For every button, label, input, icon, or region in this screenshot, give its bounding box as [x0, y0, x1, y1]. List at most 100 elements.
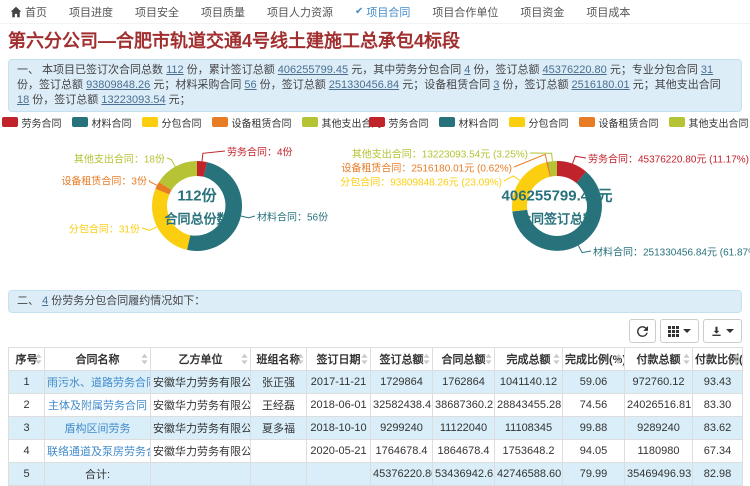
table-cell: 2018-06-01 [307, 394, 371, 417]
table-cell: 972760.12 [625, 371, 693, 394]
legend-item-设备租赁合同[interactable]: 设备租赁合同 [579, 115, 659, 130]
summary-text: 份，签订总额 [499, 79, 571, 91]
column-header-付款比例(%)[interactable]: 付款比例(%) [693, 348, 743, 371]
table-cell: 1762864 [433, 371, 495, 394]
columns-button[interactable] [660, 319, 699, 343]
summary-section-1: 一、 本项目已签订次合同总数 112 份，累计签订总额 406255799.45… [8, 59, 742, 112]
check-icon: ✔ [355, 7, 363, 17]
summary-text: 元；材料采购合同 [150, 79, 244, 91]
legend-swatch [302, 117, 318, 127]
legend-1: 劳务合同材料合同分包合同设备租赁合同其他支出合同 [8, 114, 375, 130]
legend-swatch [509, 117, 525, 127]
contract-name-link[interactable]: 盾构区间劳务 [65, 423, 131, 435]
table-cell: 67.34 [693, 440, 743, 463]
table-cell [151, 463, 251, 486]
export-button[interactable] [703, 319, 742, 343]
column-header-签订总额[interactable]: 签订总额 [371, 348, 433, 371]
nav-item-6[interactable]: ✔项目合同 [355, 4, 410, 20]
column-header-完成总额[interactable]: 完成总额 [495, 348, 563, 371]
summary-value-link[interactable]: 45376220.80 [543, 64, 607, 76]
legend-item-材料合同[interactable]: 材料合同 [439, 115, 499, 130]
table-toolbar [8, 319, 742, 343]
table-row: 2主体及附属劳务合同安徽华力劳务有限公司王经磊2018-06-013258243… [9, 394, 743, 417]
legend-item-材料合同[interactable]: 材料合同 [72, 115, 132, 130]
export-icon [711, 326, 722, 337]
column-header-完成比例(%)[interactable]: 完成比例(%) [563, 348, 625, 371]
sort-icon[interactable] [241, 354, 248, 365]
table-cell: 1764678.4 [371, 440, 433, 463]
summary-value-link[interactable]: 251330456.84 [329, 79, 399, 91]
summary-value-link[interactable]: 13223093.54 [101, 94, 165, 106]
pie-label-材料合同: 材料合同：56份 [257, 209, 328, 224]
refresh-button[interactable] [629, 319, 656, 343]
refresh-icon [637, 326, 648, 337]
summary-text: 份劳务分包合同履约情况如下： [48, 295, 205, 307]
summary-text: 份，累计签订总额 [184, 64, 278, 76]
contract-name-link[interactable]: 联络通道及泵房劳务合同 [47, 446, 151, 458]
table-cell [307, 463, 371, 486]
legend-swatch [439, 117, 455, 127]
legend-item-其他支出合同[interactable]: 其他支出合同 [669, 115, 749, 130]
table-cell: 3 [9, 417, 45, 440]
sort-icon[interactable] [35, 354, 42, 365]
column-header-序号[interactable]: 序号 [9, 348, 45, 371]
sort-icon[interactable] [733, 354, 740, 365]
nav-item-5[interactable]: 项目人力资源 [267, 4, 333, 20]
legend-item-设备租赁合同[interactable]: 设备租赁合同 [212, 115, 292, 130]
sort-icon[interactable] [423, 354, 430, 365]
column-header-合同总额[interactable]: 合同总额 [433, 348, 495, 371]
summary-value-link[interactable]: 2516180.01 [572, 79, 630, 91]
nav-item-2[interactable]: 项目进度 [69, 4, 113, 20]
table-cell: 1180980 [625, 440, 693, 463]
legend-item-劳务合同[interactable]: 劳务合同 [2, 115, 62, 130]
nav-item-1[interactable]: 首页 [10, 4, 47, 20]
table-cell: 安徽华力劳务有限公司 [151, 371, 251, 394]
table-body: 1雨污水、道路劳务合同安徽华力劳务有限公司张正强2017-11-21172986… [9, 371, 743, 486]
nav-item-7[interactable]: 项目合作单位 [432, 4, 498, 20]
table-row: 3盾构区间劳务安徽华力劳务有限公司夏多福2018-10-109299240111… [9, 417, 743, 440]
caret-down-icon [683, 329, 691, 333]
summary-value-link[interactable]: 31 [701, 64, 713, 76]
summary-value-link[interactable]: 18 [17, 94, 29, 106]
sort-icon[interactable] [553, 354, 560, 365]
summary-value-link[interactable]: 56 [244, 79, 256, 91]
legend-item-劳务合同[interactable]: 劳务合同 [369, 115, 429, 130]
sort-icon[interactable] [683, 354, 690, 365]
pie-label-劳务合同: 劳务合同：4份 [227, 144, 293, 159]
label-line [149, 180, 157, 185]
sort-icon[interactable] [141, 354, 148, 365]
column-header-合同名称[interactable]: 合同名称 [45, 348, 151, 371]
summary-value-link[interactable]: 93809848.26 [86, 79, 150, 91]
contract-name-link[interactable]: 主体及附属劳务合同 [48, 400, 147, 412]
sort-icon[interactable] [297, 354, 304, 365]
table-cell: 94.05 [563, 440, 625, 463]
sort-icon[interactable] [615, 354, 622, 365]
sort-icon[interactable] [361, 354, 368, 365]
table-cell: 安徽华力劳务有限公司 [151, 417, 251, 440]
legend-item-分包合同[interactable]: 分包合同 [509, 115, 569, 130]
table-cell: 11108345 [495, 417, 563, 440]
nav-item-3[interactable]: 项目安全 [135, 4, 179, 20]
nav-item-8[interactable]: 项目资金 [520, 4, 564, 20]
summary-text: 份，签订总额 [17, 79, 86, 91]
nav-item-9[interactable]: 项目成本 [586, 4, 630, 20]
column-header-乙方单位[interactable]: 乙方单位 [151, 348, 251, 371]
table-cell: 59.06 [563, 371, 625, 394]
summary-value-link[interactable]: 112 [166, 64, 184, 76]
summary-value-link[interactable]: 406255799.45 [278, 64, 348, 76]
table-cell: 2017-11-21 [307, 371, 371, 394]
column-header-班组名称[interactable]: 班组名称 [251, 348, 307, 371]
summary-text: 一、 本项目已签订次合同总数 [17, 64, 166, 76]
table-cell: 11122040 [433, 417, 495, 440]
contract-name-link[interactable]: 雨污水、道路劳务合同 [47, 377, 151, 389]
nav-item-4[interactable]: 项目质量 [201, 4, 245, 20]
label-line [573, 156, 587, 164]
summary-text: 元；专业分包合同 [607, 64, 701, 76]
sort-icon[interactable] [485, 354, 492, 365]
table-cell: 53436942.61 [433, 463, 495, 486]
column-header-付款总额[interactable]: 付款总额 [625, 348, 693, 371]
table-cell: 83.62 [693, 417, 743, 440]
column-header-签订日期[interactable]: 签订日期 [307, 348, 371, 371]
table-cell: 74.56 [563, 394, 625, 417]
legend-item-分包合同[interactable]: 分包合同 [142, 115, 202, 130]
